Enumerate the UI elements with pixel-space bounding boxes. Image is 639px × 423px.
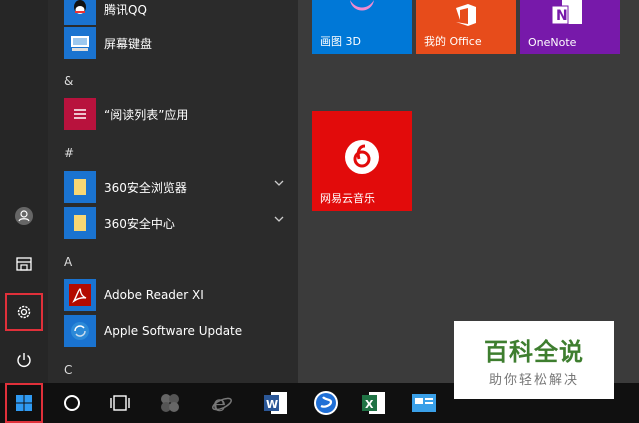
settings-button[interactable] bbox=[5, 293, 43, 331]
watermark-logo: 百科全说 助你轻松解决 bbox=[454, 321, 614, 399]
internet-explorer-icon: e bbox=[212, 392, 232, 414]
list-item-adobe-reader[interactable]: Adobe Reader XI bbox=[64, 278, 294, 312]
netease-music-icon bbox=[345, 140, 379, 174]
chevron-down-icon[interactable] bbox=[274, 179, 284, 187]
power-button[interactable] bbox=[0, 340, 48, 380]
taskbar-sogou-browser[interactable] bbox=[304, 383, 348, 423]
onscreen-keyboard-icon bbox=[64, 27, 96, 59]
cortana-circle-icon bbox=[64, 395, 80, 411]
onenote-icon: N bbox=[551, 0, 582, 25]
chevron-down-icon[interactable] bbox=[274, 215, 284, 223]
list-item-apple-update[interactable]: Apple Software Update bbox=[64, 314, 294, 348]
taskbar-word[interactable]: W bbox=[254, 383, 298, 423]
list-item-reading-list[interactable]: “阅读列表”应用 bbox=[64, 97, 294, 131]
documents-button[interactable] bbox=[0, 244, 48, 284]
taskbar-excel[interactable]: X bbox=[352, 383, 396, 423]
start-sidebar bbox=[0, 0, 48, 383]
settings-icon bbox=[17, 305, 31, 319]
section-header-hash[interactable]: # bbox=[64, 146, 74, 160]
start-button[interactable] bbox=[5, 383, 43, 423]
app-label: Adobe Reader XI bbox=[104, 288, 204, 302]
cortana-button[interactable] bbox=[50, 383, 94, 423]
watermark-title: 百科全说 bbox=[484, 338, 584, 366]
adobe-reader-icon bbox=[64, 279, 96, 311]
app-label: “阅读列表”应用 bbox=[104, 107, 189, 122]
watermark-subtitle: 助你轻松解决 bbox=[488, 373, 579, 388]
power-icon bbox=[17, 353, 31, 367]
section-header-c[interactable]: C bbox=[64, 363, 72, 377]
list-item-360-browser[interactable]: 360安全浏览器 bbox=[64, 170, 294, 204]
reading-list-icon bbox=[64, 98, 96, 130]
svg-text:N: N bbox=[556, 8, 568, 24]
tile-label: 我的 Office bbox=[424, 35, 482, 48]
section-header-amp[interactable]: & bbox=[64, 74, 73, 88]
svg-text:W: W bbox=[266, 398, 278, 411]
apple-update-icon bbox=[64, 315, 96, 347]
tile-netease-music[interactable]: 网易云音乐 bbox=[312, 111, 412, 211]
paint3d-icon bbox=[350, 0, 374, 11]
list-item-360-security[interactable]: 360安全中心 bbox=[64, 206, 294, 240]
windows-start-icon bbox=[16, 395, 32, 411]
tile-label: OneNote bbox=[528, 36, 577, 49]
app-label: Apple Software Update bbox=[104, 324, 243, 338]
documents-icon bbox=[16, 257, 32, 271]
task-view-button[interactable] bbox=[98, 383, 142, 423]
user-account-button[interactable] bbox=[0, 196, 48, 236]
app-label: 360安全中心 bbox=[104, 216, 175, 231]
list-item-keyboard[interactable]: 屏幕键盘 bbox=[64, 26, 294, 60]
taskbar-app-blue[interactable] bbox=[402, 383, 446, 423]
list-item-qq[interactable]: 腾讯QQ bbox=[64, 0, 294, 26]
excel-icon: X bbox=[362, 392, 385, 414]
section-header-a[interactable]: A bbox=[64, 255, 72, 269]
app-label: 腾讯QQ bbox=[104, 2, 147, 17]
task-view-icon bbox=[110, 395, 130, 411]
tile-label: 画图 3D bbox=[320, 35, 361, 48]
tile-paint3d[interactable]: 画图 3D bbox=[312, 0, 412, 54]
app-grid-icon bbox=[161, 394, 179, 412]
tile-label: 网易云音乐 bbox=[320, 192, 375, 205]
taskbar-app-1[interactable] bbox=[148, 383, 192, 423]
app-label: 360安全浏览器 bbox=[104, 180, 187, 195]
qq-icon bbox=[64, 0, 96, 25]
app-label: 屏幕键盘 bbox=[104, 36, 153, 51]
folder-icon bbox=[64, 171, 96, 203]
tile-onenote[interactable]: N OneNote bbox=[520, 0, 620, 54]
taskbar-ie[interactable]: e bbox=[200, 383, 244, 423]
app-list: 腾讯QQ 屏幕键盘 & “阅读列表”应用 # 360安全浏览器 360安全中心 … bbox=[48, 0, 298, 383]
office-icon bbox=[456, 4, 476, 26]
window-app-icon bbox=[412, 394, 436, 412]
sogou-browser-icon bbox=[314, 391, 338, 415]
word-icon: W bbox=[264, 392, 287, 414]
folder-icon bbox=[64, 207, 96, 239]
user-icon bbox=[15, 207, 33, 225]
svg-text:X: X bbox=[365, 398, 374, 411]
tile-office[interactable]: 我的 Office bbox=[416, 0, 516, 54]
